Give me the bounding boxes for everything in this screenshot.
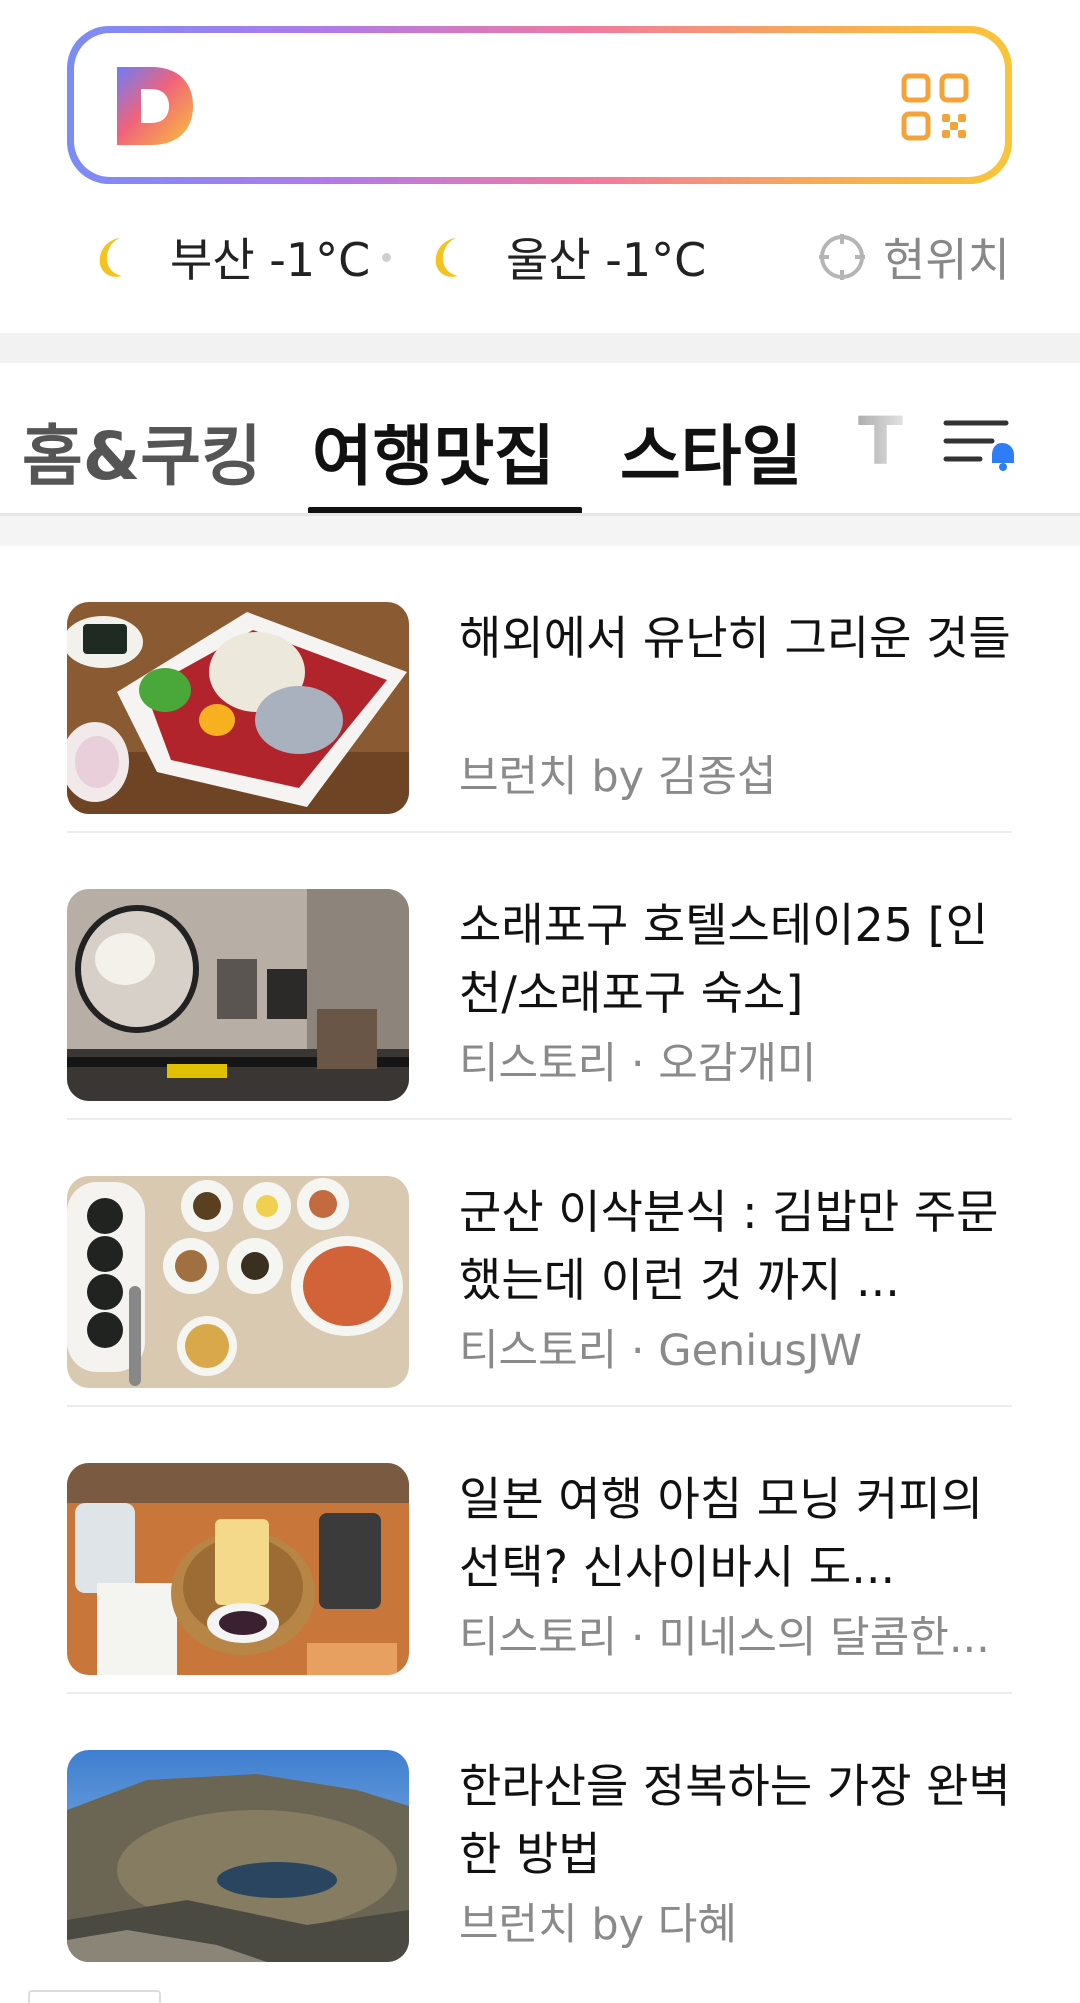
list-item[interactable]: 해외에서 유난히 그리운 것들 브런치 by 김종섭 (67, 546, 1012, 833)
category-tabs: 홈&쿠킹 여행맛집 스타일 T (0, 363, 1080, 513)
article-source: 티스토리 · 오감개미 (459, 1039, 817, 1089)
search-input[interactable] (74, 33, 1005, 177)
section-band (0, 516, 1080, 546)
weather-text: 부산 -1°C (170, 233, 371, 287)
article-title[interactable]: 일본 여행 아침 모닝 커피의 선택? 신사이바시 도... (459, 1465, 1019, 1601)
current-location-label: 현위치 (883, 233, 1010, 287)
thumbnail-gimbap[interactable] (67, 1176, 409, 1388)
qr-code-icon[interactable] (901, 73, 969, 141)
list-item[interactable]: 군산 이삭분식 : 김밥만 주문했는데 이런 것 까지 ... 티스토리 · G… (67, 1120, 1012, 1407)
article-source: 티스토리 · 미네스의 달콤한... (459, 1613, 990, 1663)
weather-item-busan[interactable]: 부산 -1°C (90, 222, 370, 292)
article-title[interactable]: 군산 이삭분식 : 김밥만 주문했는데 이런 것 까지 ... (459, 1178, 1019, 1314)
article-source: 브런치 by 다혜 (459, 1900, 737, 1950)
location-target-icon (819, 234, 866, 280)
search-bar[interactable] (67, 26, 1012, 184)
weather-item-ulsan[interactable]: 울산 -1°C (426, 222, 706, 292)
article-source: 브런치 by 김종섭 (459, 752, 777, 802)
list-item[interactable]: 한라산을 정복하는 가장 완벽한 방법 브런치 by 다혜 (67, 1694, 1012, 1981)
article-title[interactable]: 한라산을 정복하는 가장 완벽한 방법 (459, 1752, 1019, 1888)
tab-style[interactable]: 스타일 (620, 403, 802, 499)
tab-travel-food[interactable]: 여행맛집 (312, 403, 555, 499)
list-item[interactable]: 일본 여행 아침 모닝 커피의 선택? 신사이바시 도... 티스토리 · 미네… (67, 1407, 1012, 1694)
thumbnail-hotel-room[interactable] (67, 889, 409, 1101)
moon-icon (435, 238, 458, 277)
thumbnail-breakfast[interactable] (67, 1463, 409, 1675)
current-location-button[interactable]: 현위치 (817, 222, 1010, 292)
bottom-edge-tab[interactable] (28, 1990, 161, 2003)
article-title[interactable]: 해외에서 유난히 그리운 것들 (459, 604, 1019, 672)
weather-bar: 부산 -1°C 울산 -1°C 현위치 (0, 222, 1080, 292)
daum-logo-icon[interactable] (111, 63, 197, 149)
moon-icon (99, 238, 122, 277)
list-item[interactable]: 소래포구 호텔스테이25 [인천/소래포구 숙소] 티스토리 · 오감개미 (67, 833, 1012, 1120)
tab-fade-overlay (840, 363, 950, 513)
article-source: 티스토리 · GeniusJW (459, 1326, 863, 1376)
article-title[interactable]: 소래포구 호텔스테이25 [인천/소래포구 숙소] (459, 891, 1019, 1027)
tab-home-cooking[interactable]: 홈&쿠킹 (22, 403, 262, 499)
thumbnail-yukhoe[interactable] (67, 602, 409, 814)
separator-dot (382, 253, 391, 262)
thumbnail-hallasan[interactable] (67, 1750, 409, 1962)
section-divider (0, 333, 1080, 363)
menu-with-notification-icon[interactable] (940, 409, 1020, 479)
weather-text: 울산 -1°C (506, 233, 707, 287)
